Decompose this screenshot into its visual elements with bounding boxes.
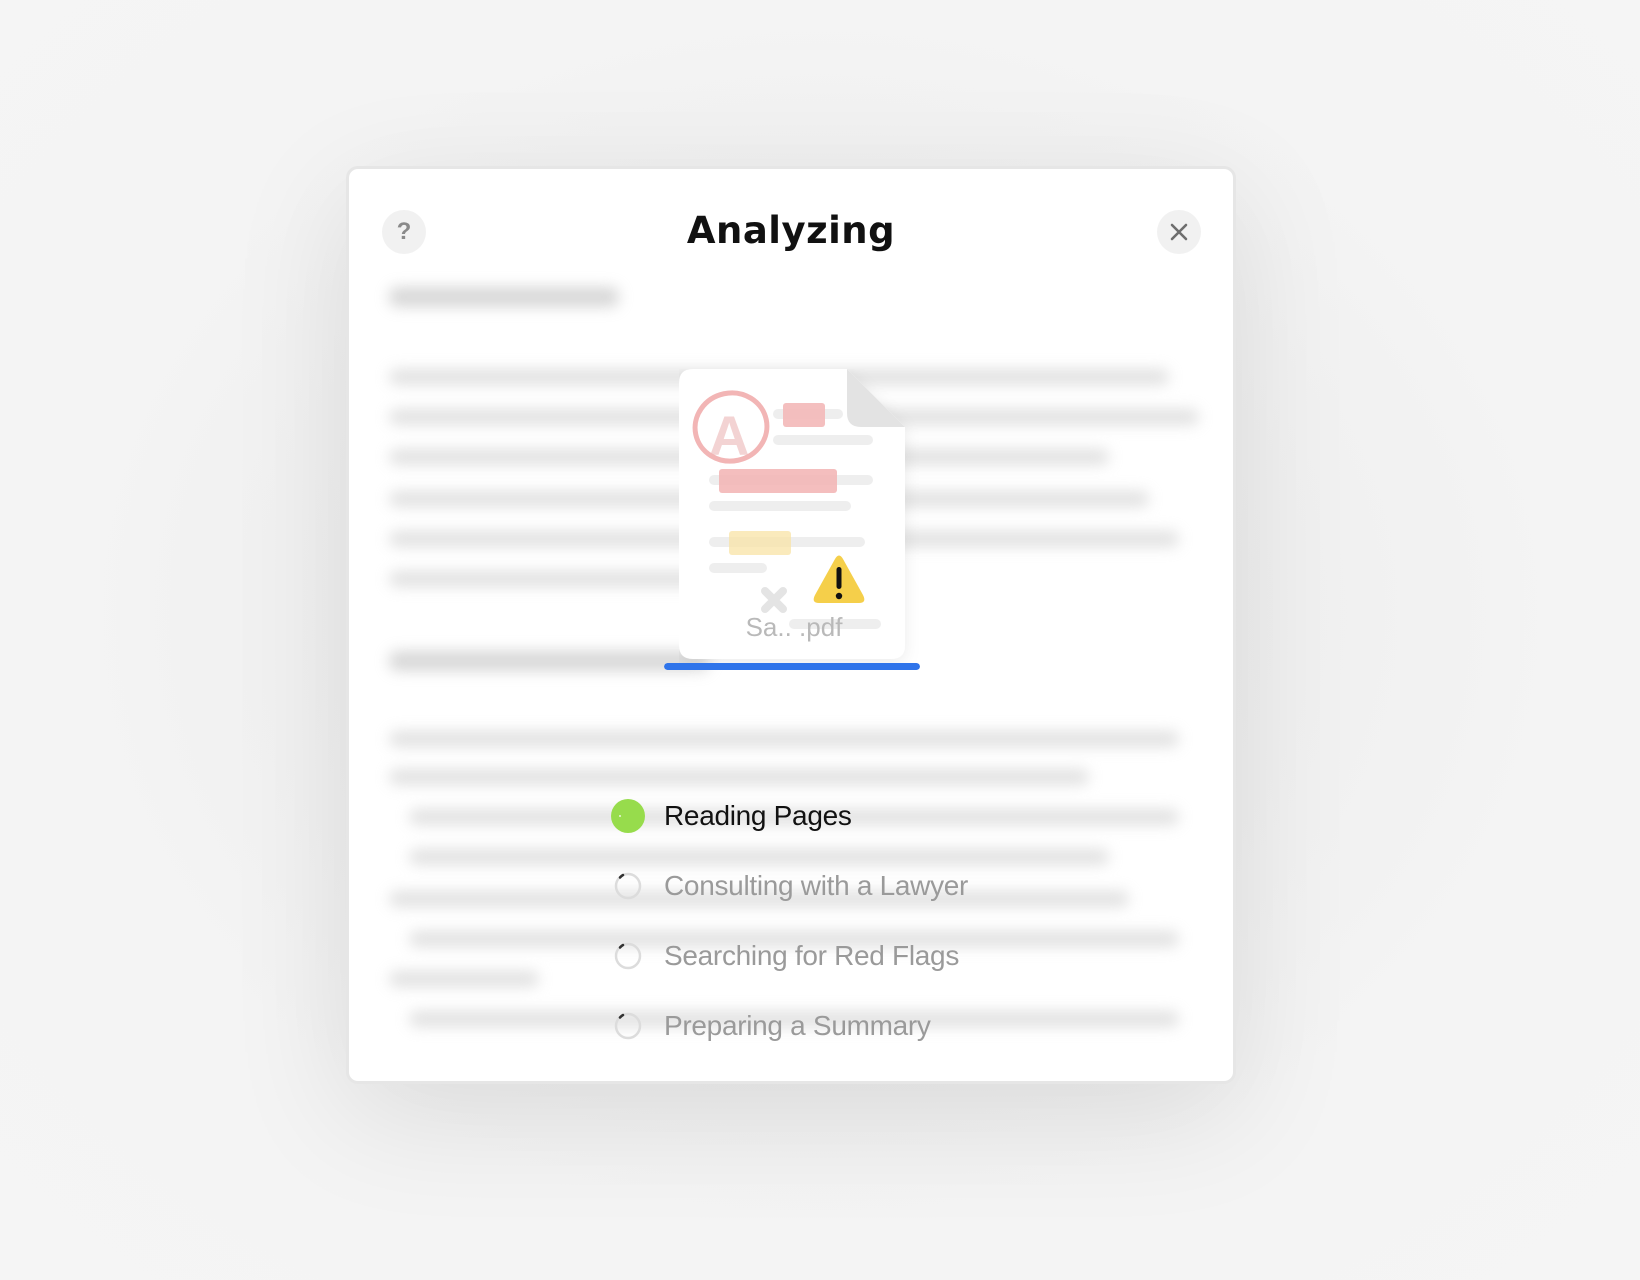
step-label: Searching for Red Flags: [664, 940, 960, 971]
step-reading-pages: Reading Pages: [610, 781, 968, 851]
progress-fill: [664, 663, 920, 670]
spinner-icon: [610, 868, 646, 904]
close-icon: [1170, 223, 1188, 241]
step-preparing-summary: Preparing a Summary: [610, 991, 968, 1061]
step-label: Preparing a Summary: [664, 1010, 931, 1041]
analysis-steps-list: Reading Pages Consulting with a Lawyer S…: [610, 781, 968, 1061]
document-filename: Sa.. .pdf: [745, 612, 843, 642]
spinner-icon: [610, 938, 646, 974]
analysis-progress-bar: [664, 663, 920, 670]
step-searching-red-flags: Searching for Red Flags: [610, 921, 968, 991]
step-complete-icon: [610, 798, 646, 834]
step-label: Reading Pages: [664, 800, 852, 831]
spinner-icon: [610, 1008, 646, 1044]
dialog-title: Analyzing: [686, 209, 896, 252]
close-button[interactable]: [1157, 210, 1201, 254]
step-consulting-lawyer: Consulting with a Lawyer: [610, 851, 968, 921]
analyzing-dialog: ? Analyzing A Sa.. .pdf Reading Pages Co…: [346, 166, 1236, 1084]
step-label: Consulting with a Lawyer: [664, 870, 969, 901]
